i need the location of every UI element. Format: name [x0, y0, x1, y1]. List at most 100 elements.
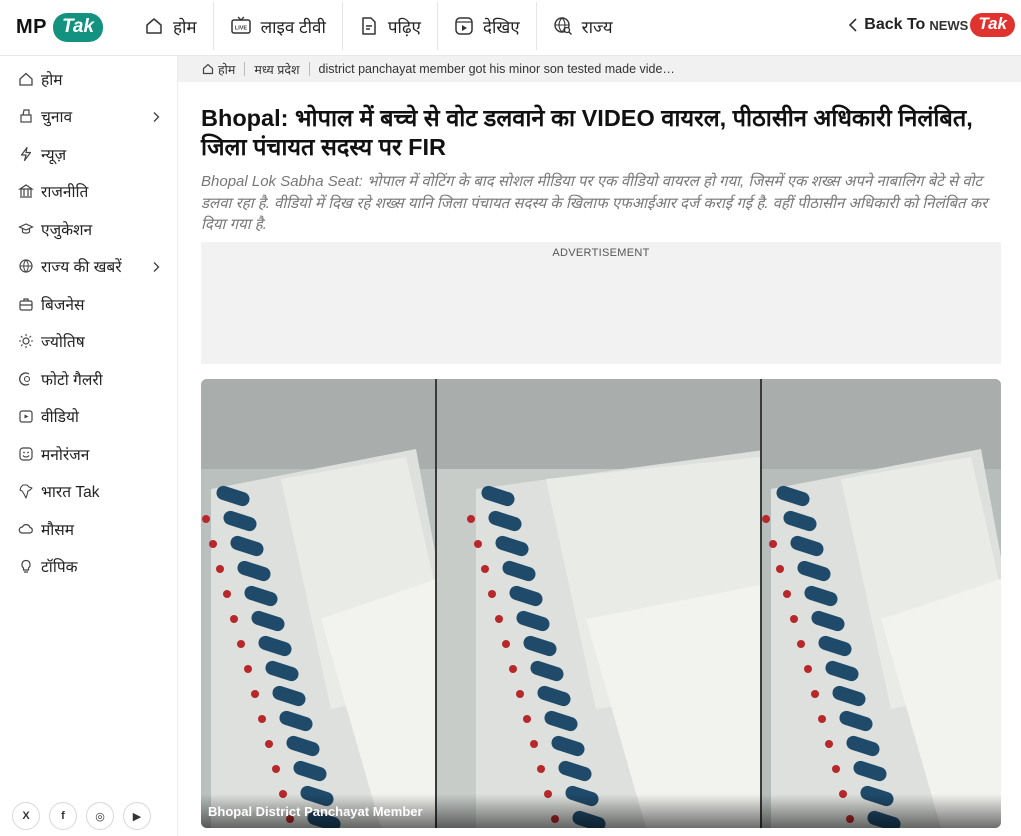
globe-search-icon [553, 17, 572, 35]
booth-wall [436, 379, 761, 469]
sidebar-item-10[interactable]: मनोरंजन [0, 435, 178, 473]
sidebar-item-label: भारत Tak [41, 484, 100, 502]
sidebar-item-label: फोटो गैलरी [41, 371, 103, 389]
left-sidebar: होम चुनाव न्यूज़ राजनीति एजुकेशन राज्य की खबर… [0, 56, 178, 836]
sidebar-item-label: न्यूज़ [41, 146, 67, 164]
sidebar-item-label: टॉपिक [41, 559, 78, 577]
sidebar-item-12[interactable]: मौसम [0, 510, 178, 548]
breadcrumb-separator [308, 62, 310, 76]
breadcrumb: होम मध्य प्रदेश district panchayat membe… [178, 56, 1021, 82]
top-header: MP Tak होम LIVE लाइव टीवी पढ़िए देखिए रा… [0, 0, 1021, 56]
facebook-icon[interactable]: f [49, 802, 77, 830]
sidebar-item-6[interactable]: बिजनेस [0, 285, 178, 323]
video-play-icon [455, 17, 473, 35]
sidebar-item-label: राज्य की खबरें [41, 259, 122, 277]
svg-text:LIVE: LIVE [234, 26, 247, 32]
evm-red-indicator [811, 690, 819, 698]
instagram-icon[interactable]: ◎ [86, 802, 114, 830]
topnav-watch-label: देखिए [482, 17, 520, 37]
breadcrumb-home[interactable]: होम [202, 61, 235, 78]
lightning-icon [18, 146, 34, 162]
evm-red-indicator [804, 665, 812, 673]
evm-red-indicator [481, 565, 489, 573]
sidebar-item-label: ज्योतिष [41, 334, 85, 352]
evm-red-indicator [237, 640, 245, 648]
evm-red-indicator [832, 765, 840, 773]
evm-red-indicator [209, 540, 217, 548]
chevron-left-icon [849, 18, 857, 32]
topnav-live-tv[interactable]: LIVE लाइव टीवी [214, 2, 343, 50]
sidebar-item-label: मनोरंजन [41, 446, 90, 464]
document-icon [362, 17, 376, 35]
evm-red-indicator [272, 765, 280, 773]
evm-voting-machine-photo [201, 379, 1001, 828]
back-to-newstak-link[interactable]: Back To NEWS Tak [848, 13, 1015, 37]
sidebar-item-label: एजुकेशन [41, 221, 93, 239]
sidebar-item-4[interactable]: एजुकेशन [0, 210, 178, 248]
india-map-icon [18, 483, 34, 499]
astrology-icon [18, 333, 34, 349]
sidebar-item-11[interactable]: भारत Tak [0, 473, 178, 511]
sidebar-item-5[interactable]: राज्य की खबरें [0, 248, 178, 286]
evm-red-indicator [265, 740, 273, 748]
evm-red-indicator [216, 565, 224, 573]
sidebar-item-label: चुनाव [41, 109, 73, 127]
x-twitter-icon[interactable]: X [12, 802, 40, 830]
evm-red-indicator [783, 590, 791, 598]
topnav-states[interactable]: राज्य [537, 2, 629, 50]
sidebar-item-8[interactable]: फोटो गैलरी [0, 360, 178, 398]
evm-red-indicator [790, 615, 798, 623]
evm-red-indicator [762, 515, 770, 523]
topnav-read-label: पढ़िए [387, 17, 421, 37]
evm-red-indicator [825, 740, 833, 748]
sidebar-item-label: बिजनेस [41, 296, 85, 314]
sidebar-item-1[interactable]: चुनाव [0, 98, 178, 136]
back-to-label: Back To [864, 16, 926, 33]
youtube-icon[interactable]: ▶ [123, 802, 151, 830]
evm-red-indicator [474, 540, 482, 548]
bulb-icon [18, 558, 34, 574]
sidebar-item-0[interactable]: होम [0, 60, 178, 98]
sidebar-item-9[interactable]: वीडियो [0, 398, 178, 436]
live-tv-icon: LIVE [230, 16, 251, 34]
smiley-icon [18, 446, 34, 462]
sidebar-item-label: होम [41, 71, 63, 89]
evm-red-indicator [495, 615, 503, 623]
article-hero-image[interactable]: Bhopal District Panchayat Member [201, 379, 1001, 828]
evm-red-indicator [537, 765, 545, 773]
chevron-right-icon[interactable] [152, 260, 160, 278]
social-links: X f ◎ ▶ [12, 802, 151, 830]
breadcrumb-separator [244, 62, 246, 76]
evm-red-indicator [502, 640, 510, 648]
parliament-icon [18, 183, 34, 199]
newstak-tak-badge: Tak [970, 13, 1015, 37]
evm-red-indicator [488, 590, 496, 598]
evm-red-indicator [251, 690, 259, 698]
advertisement-label: ADVERTISEMENT [552, 247, 650, 259]
sidebar-item-2[interactable]: न्यूज़ [0, 135, 178, 173]
home-icon [146, 18, 162, 34]
topnav-watch[interactable]: देखिए [438, 2, 537, 50]
evm-red-indicator [509, 665, 517, 673]
image-caption-bar: Bhopal District Panchayat Member [201, 794, 1001, 828]
logo-mp-text: MP [16, 15, 47, 38]
sidebar-item-13[interactable]: टॉपिक [0, 548, 178, 586]
evm-red-indicator [530, 740, 538, 748]
mptak-logo[interactable]: MP Tak [16, 10, 104, 44]
topnav-states-label: राज्य [581, 17, 613, 37]
evm-red-indicator [797, 640, 805, 648]
topnav-read[interactable]: पढ़िए [343, 2, 438, 50]
breadcrumb-current: district panchayat member got his minor … [318, 62, 675, 76]
sidebar-item-3[interactable]: राजनीति [0, 173, 178, 211]
weather-icon [18, 521, 34, 537]
evm-red-indicator [244, 665, 252, 673]
globe-icon [18, 258, 34, 274]
sidebar-item-7[interactable]: ज्योतिष [0, 323, 178, 361]
topnav-home[interactable]: होम [128, 2, 214, 50]
evm-red-indicator [769, 540, 777, 548]
evm-red-indicator [516, 690, 524, 698]
chevron-right-icon[interactable] [152, 110, 160, 128]
advertisement-slot: ADVERTISEMENT [201, 242, 1001, 364]
graduation-cap-icon [18, 221, 34, 237]
breadcrumb-state[interactable]: मध्य प्रदेश [254, 61, 299, 78]
